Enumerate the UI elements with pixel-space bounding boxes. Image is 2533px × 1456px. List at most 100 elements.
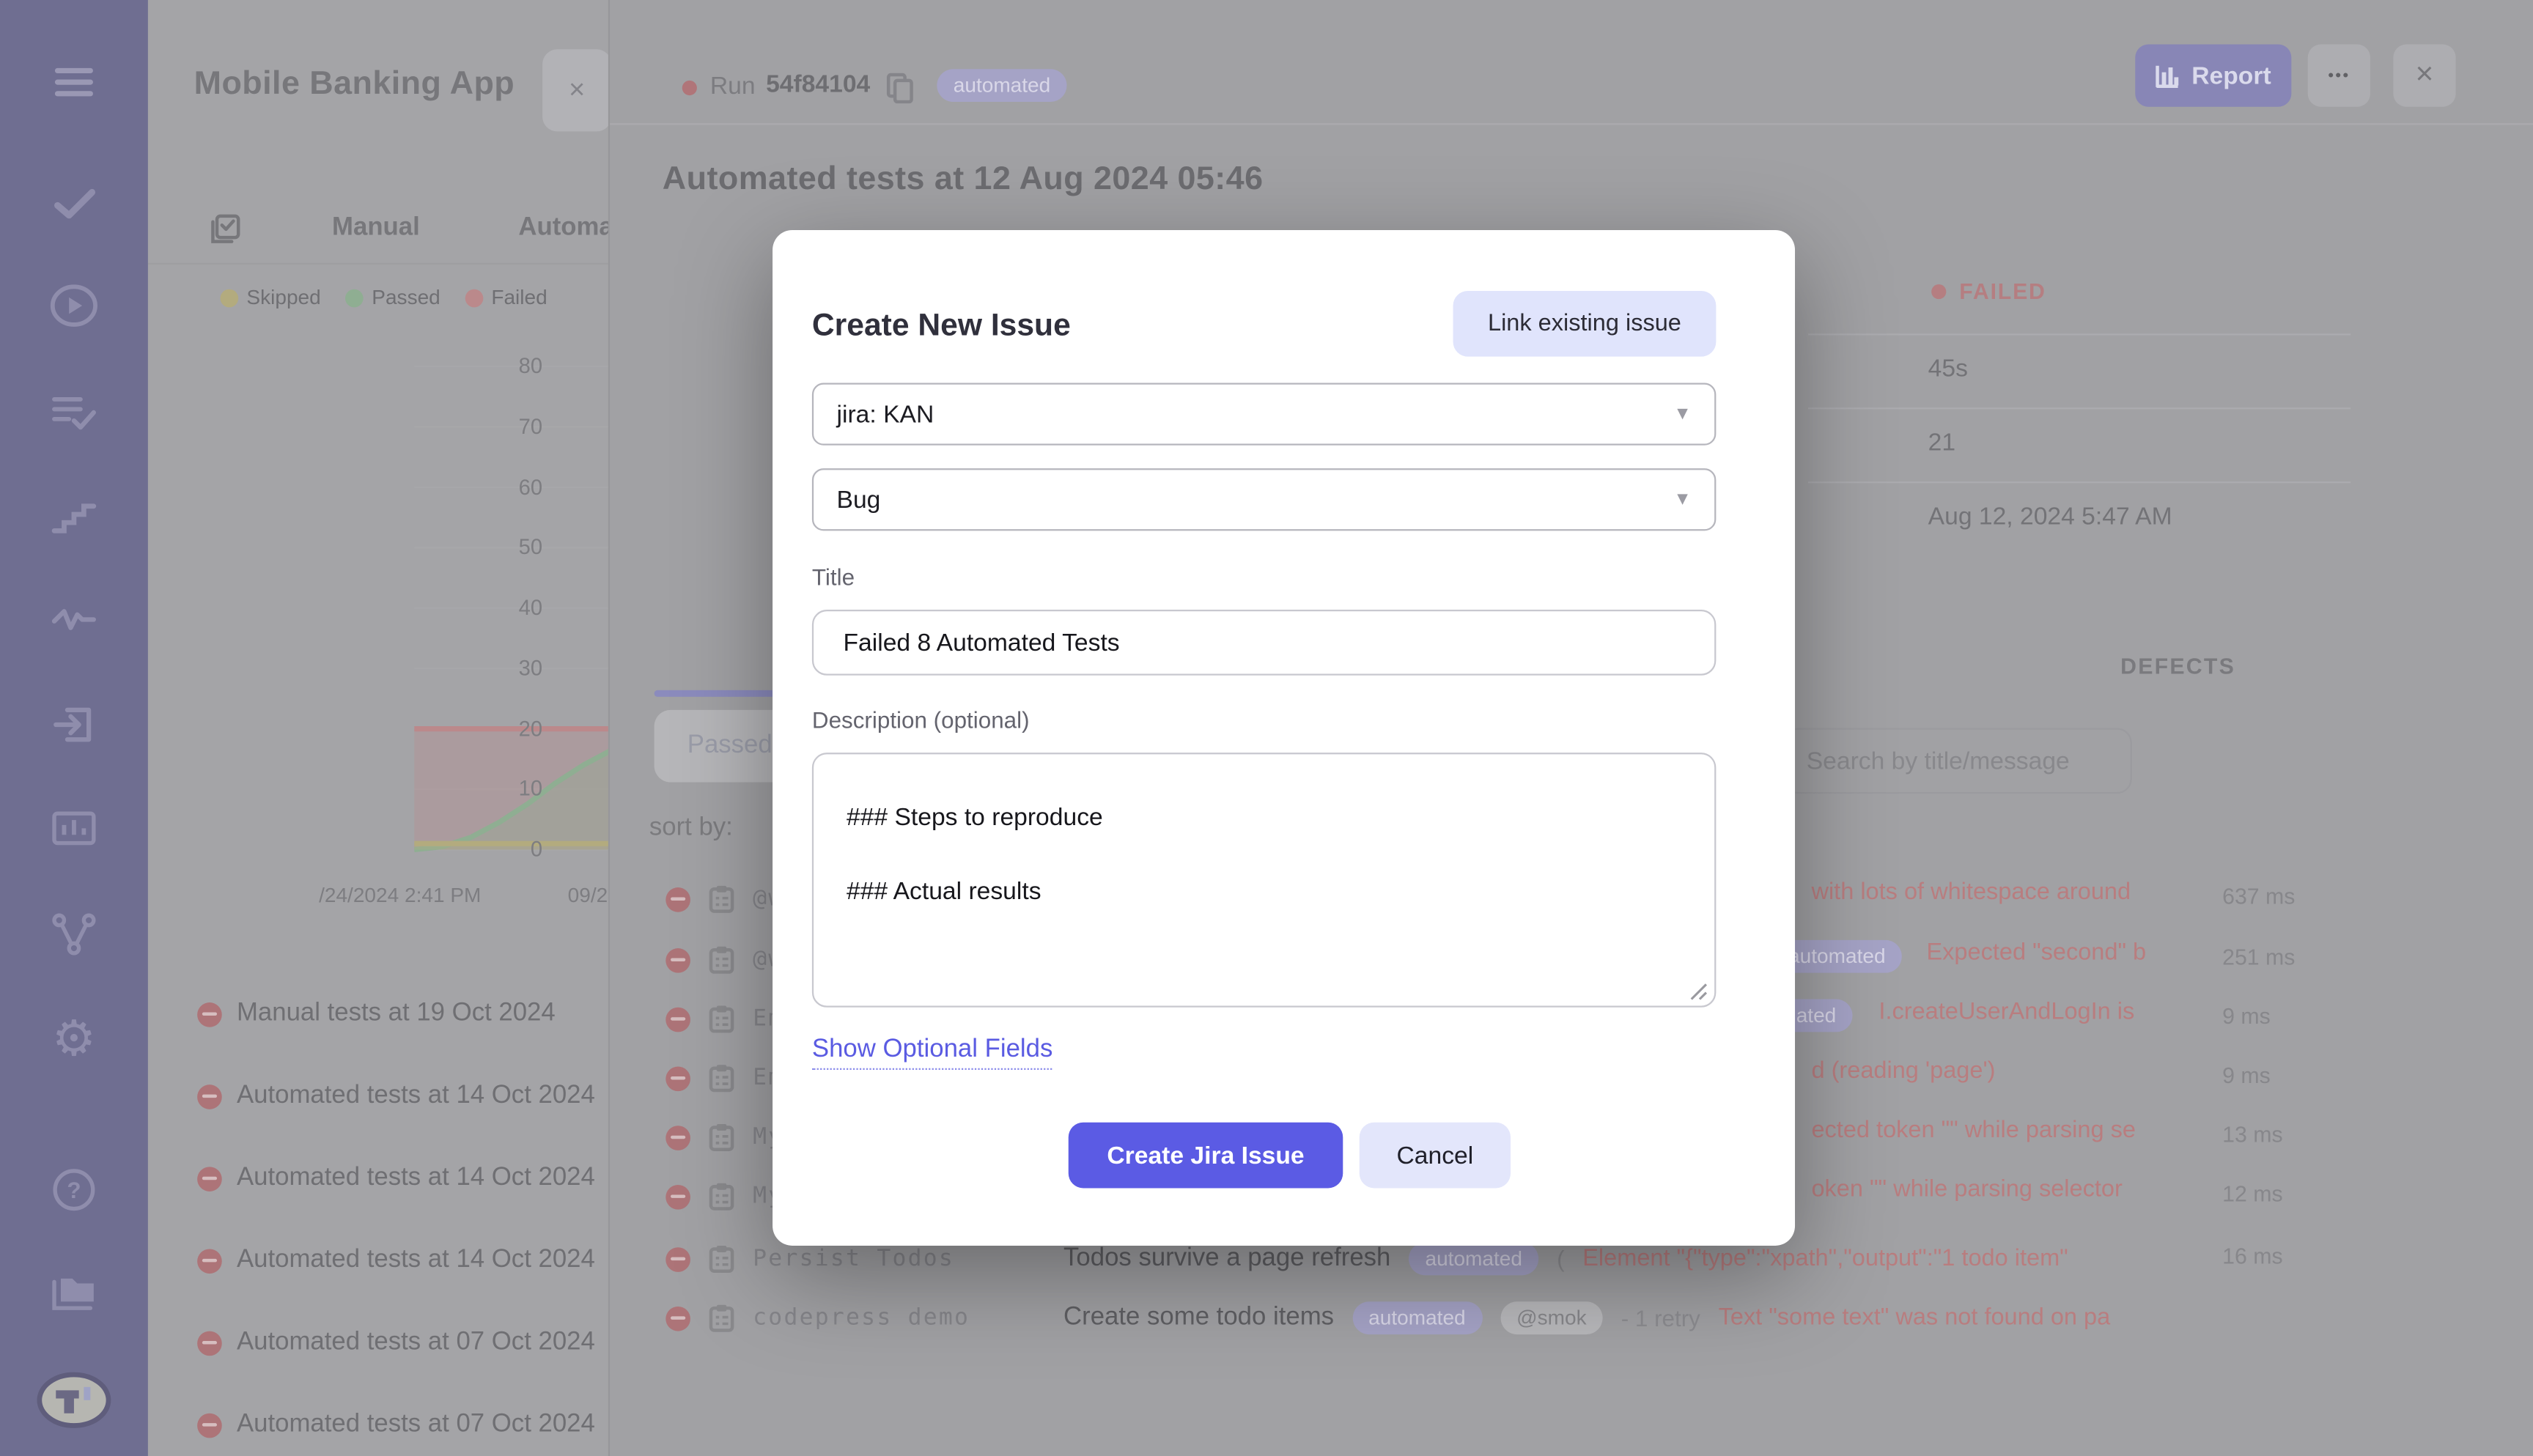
logo-icon[interactable] bbox=[0, 1369, 148, 1431]
svg-text:?: ? bbox=[67, 1178, 81, 1203]
test-duration: 251 ms bbox=[2222, 945, 2296, 970]
tag-badge: @smok bbox=[1500, 1301, 1604, 1335]
legend-item: Skipped bbox=[220, 286, 321, 309]
menu-icon[interactable] bbox=[0, 59, 148, 106]
chart-legend: Skipped Passed Failed bbox=[220, 286, 547, 309]
run-list-item[interactable]: Automated tests at 07 Oct 2024 bbox=[148, 1301, 608, 1383]
chevron-down-icon: ▼ bbox=[1673, 489, 1692, 510]
project-select[interactable]: jira: KAN ▼ bbox=[811, 383, 1717, 446]
projects-folder-icon[interactable] bbox=[0, 1268, 148, 1315]
failed-minus-icon bbox=[665, 1183, 690, 1209]
error-message: Expected "second" b bbox=[1926, 939, 2147, 967]
clipboard-icon bbox=[709, 1123, 735, 1152]
play-circle-icon[interactable] bbox=[0, 283, 148, 329]
failed-minus-icon bbox=[665, 1246, 690, 1271]
project-close-button[interactable]: × bbox=[542, 49, 608, 132]
sort-by-label: sort by: bbox=[649, 813, 733, 842]
y-tick-label: 70 bbox=[518, 413, 543, 439]
x-axis-label-end: 09/24/2024 2:54 PM bbox=[567, 884, 608, 907]
close-icon: × bbox=[2415, 57, 2434, 92]
run-close-button[interactable]: × bbox=[2393, 44, 2456, 107]
copy-icon[interactable] bbox=[886, 73, 914, 112]
error-message: Text "some text" was not found on pa bbox=[1718, 1304, 2111, 1331]
resize-handle-icon[interactable] bbox=[1689, 980, 1708, 1009]
clipboard-icon bbox=[709, 1182, 735, 1211]
failed-minus-icon bbox=[665, 1305, 690, 1331]
activity-icon[interactable] bbox=[0, 598, 148, 638]
run-list-item[interactable]: Manual tests at 19 Oct 2024 bbox=[148, 973, 608, 1055]
retry-note: ( bbox=[1557, 1245, 1565, 1272]
test-duration: 16 ms bbox=[2222, 1243, 2283, 1269]
failed-minus-icon bbox=[197, 1001, 222, 1027]
topbar-divider bbox=[608, 123, 2533, 125]
defects-column-header: DEFECTS bbox=[2120, 654, 2236, 679]
checklist-icon[interactable] bbox=[210, 213, 242, 244]
error-message: d (reading 'page') bbox=[1811, 1058, 1996, 1085]
panel-divider bbox=[147, 262, 608, 265]
error-message: Element "{"type":"xpath","output":"1 tod… bbox=[1582, 1245, 2068, 1272]
run-status-dot bbox=[682, 80, 697, 96]
run-list-item[interactable]: Automated tests at 07 Oct 2024 bbox=[148, 1383, 608, 1456]
chevron-down-icon: ▼ bbox=[1673, 404, 1692, 424]
failed-minus-icon bbox=[665, 1125, 690, 1150]
info-divider bbox=[1807, 407, 2351, 410]
y-tick-label: 60 bbox=[518, 474, 543, 499]
branch-icon[interactable] bbox=[0, 910, 148, 956]
steps-icon[interactable] bbox=[0, 495, 148, 537]
description-textarea[interactable]: ### Steps to reproduce ### Actual result… bbox=[811, 753, 1717, 1008]
sidebar: ⚙ ? bbox=[0, 0, 148, 1456]
tag-badge: automated bbox=[1352, 1301, 1483, 1335]
clipboard-icon bbox=[709, 1303, 735, 1332]
tag-badge: automated bbox=[1409, 1242, 1539, 1276]
cancel-button[interactable]: Cancel bbox=[1359, 1122, 1511, 1189]
retry-note: - 1 retry bbox=[1621, 1304, 1700, 1331]
report-bars-icon[interactable] bbox=[0, 807, 148, 849]
link-existing-issue-button[interactable]: Link existing issue bbox=[1453, 290, 1717, 357]
test-title: Create some todo items bbox=[1063, 1303, 1335, 1331]
failed-minus-icon bbox=[197, 1412, 222, 1438]
failed-minus-icon bbox=[197, 1166, 222, 1191]
report-button[interactable]: Report bbox=[2135, 44, 2292, 107]
info-divider bbox=[1807, 481, 2351, 484]
y-tick-label: 10 bbox=[518, 776, 543, 801]
run-list-item[interactable]: Automated tests at 14 Oct 2024 bbox=[148, 1219, 608, 1301]
run-list-item[interactable]: Automated tests at 14 Oct 2024 bbox=[148, 1055, 608, 1137]
settings-gear-icon[interactable]: ⚙ bbox=[0, 1010, 148, 1068]
tasks-check-icon[interactable] bbox=[0, 181, 148, 227]
clipboard-icon bbox=[709, 884, 735, 914]
more-button[interactable]: ••• bbox=[2307, 44, 2370, 107]
tab-automated[interactable]: Automated bbox=[518, 214, 608, 243]
test-duration: 9 ms bbox=[2222, 1004, 2271, 1029]
project-title: Mobile Banking App bbox=[193, 65, 515, 103]
y-tick-label: 0 bbox=[530, 836, 543, 862]
y-tick-label: 30 bbox=[518, 655, 543, 680]
issue-type-select[interactable]: Bug ▼ bbox=[811, 468, 1717, 531]
tab-manual[interactable]: Manual bbox=[332, 214, 420, 243]
project-panel: Mobile Banking App × Manual Automated Sk… bbox=[147, 0, 611, 1456]
search-input[interactable] bbox=[1783, 728, 2132, 794]
run-type-badge: automated bbox=[937, 69, 1067, 103]
clipboard-icon bbox=[709, 1063, 735, 1093]
failed-minus-icon bbox=[665, 1006, 690, 1032]
modal-title: Create New Issue bbox=[811, 308, 1071, 344]
failed-minus-icon bbox=[665, 947, 690, 972]
test-duration: 9 ms bbox=[2222, 1063, 2271, 1088]
page-title: Automated tests at 12 Aug 2024 05:46 bbox=[662, 160, 1264, 198]
failed-dot-icon bbox=[1931, 284, 1947, 300]
title-field-label: Title bbox=[811, 563, 855, 591]
description-field-label: Description (optional) bbox=[811, 706, 1030, 733]
x-axis-label-start: /24/2024 2:41 PM bbox=[319, 884, 482, 907]
test-list-icon[interactable] bbox=[0, 391, 148, 434]
app-window: ⚙ ? Mobile Banking App × Manual Automate… bbox=[0, 0, 2533, 1456]
test-title: Todos survive a page refresh bbox=[1063, 1243, 1391, 1272]
create-jira-issue-button[interactable]: Create Jira Issue bbox=[1068, 1122, 1343, 1189]
test-duration: 637 ms bbox=[2222, 884, 2296, 909]
run-list-item[interactable]: Automated tests at 14 Oct 2024 bbox=[148, 1137, 608, 1219]
issue-title-input[interactable] bbox=[811, 610, 1717, 676]
help-icon[interactable]: ? bbox=[0, 1167, 148, 1213]
sign-in-icon[interactable] bbox=[0, 702, 148, 748]
test-duration: 12 ms bbox=[2222, 1181, 2283, 1207]
error-message: oken "" while parsing selector bbox=[1811, 1176, 2123, 1203]
legend-item: Passed bbox=[345, 286, 440, 309]
show-optional-fields-link[interactable]: Show Optional Fields bbox=[811, 1035, 1053, 1070]
